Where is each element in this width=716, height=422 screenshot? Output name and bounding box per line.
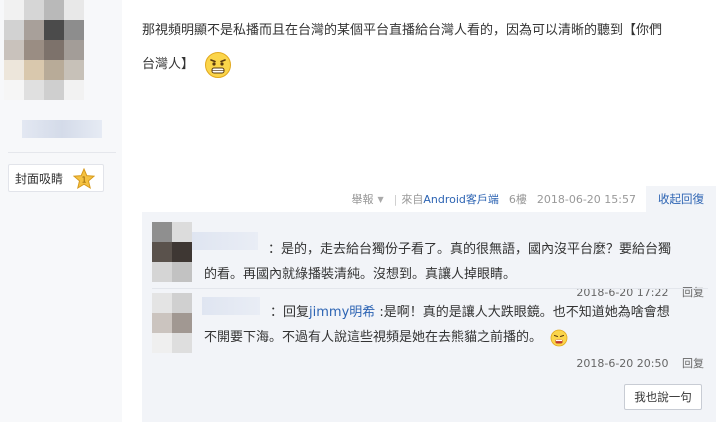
sidebar-divider [8,152,116,153]
post-line-2-wrap: 台灣人】 [142,48,702,82]
source-prefix: 來自 [401,193,424,206]
medal-label: 封面吸睛 [15,171,64,186]
star-badge-icon: 1 [73,168,95,190]
add-reply-button[interactable]: 我也說一句 [624,384,702,410]
post-time: 2018-06-20 15:57 [536,192,636,206]
reply-footer: 2018-6-20 20:50 回复 [576,355,704,371]
reply-mention-link[interactable]: jimmy明希 [309,305,375,320]
reply-divider [152,288,708,289]
floor-number: 6樓 [508,193,527,206]
post-meta-bar: 舉報 ▼ | 來自 Android客戶端 6樓 2018-06-20 15:57… [142,186,716,212]
reply-text: ：回复jimmy明希 :是啊！真的是讓人大跌眼鏡。也不知道她為啥會想 不開要下海… [204,300,704,350]
user-sidebar: 封面吸睛 1 [0,0,122,422]
reply-line-1: :是啊！真的是讓人大跌眼鏡。也不知道她為啥會想 [375,305,670,320]
reply-time: 2018-6-20 20:50 [576,357,669,370]
medal-badge[interactable]: 封面吸睛 1 [8,164,104,192]
user-avatar[interactable] [4,0,84,100]
source-client-link[interactable]: Android客戶端 [423,191,499,207]
reply-footer: 2018-6-20 17:22 回复 [576,284,704,300]
crying-emoji-icon [550,329,568,346]
caret-down-icon[interactable]: ▼ [377,195,383,204]
reply-avatar[interactable] [152,222,192,282]
reply-button[interactable]: 回复 [682,357,704,370]
meta-separator: | [393,192,398,206]
post-line-2: 台灣人】 [142,57,195,72]
grin-emoji-icon [205,51,232,78]
reply-text: ：是的，走去給台獨份子看了。真的很無語，國內沒平台麼？要給台獨 的看。再國內就綠… [204,237,704,287]
post-line-1: 那視頻明顯不是私播而且在台灣的某個平台直播給台灣人看的，因為可以清晰的聽到【你們 [142,23,663,38]
medal-number: 1 [81,176,86,185]
post-content: 那視頻明顯不是私播而且在台灣的某個平台直播給台灣人看的，因為可以清晰的聽到【你們… [142,14,702,82]
reply-line-1: ：是的，走去給台獨份子看了。真的很無語，國內沒平台麼？要給台獨 [268,242,672,257]
collapse-replies-button[interactable]: 收起回復 [646,186,716,212]
report-link[interactable]: 舉報 [351,191,373,207]
reply-section: ：是的，走去給台獨份子看了。真的很無語，國內沒平台麼？要給台獨 的看。再國內就綠… [142,212,716,422]
reply-line-2: 不開要下海。不過有人說這些視頻是她在去熊貓之前播的。 [204,330,543,345]
reply-prefix: ：回复 [270,305,310,320]
username-blurred[interactable] [22,120,102,138]
reply-avatar[interactable] [152,293,192,353]
